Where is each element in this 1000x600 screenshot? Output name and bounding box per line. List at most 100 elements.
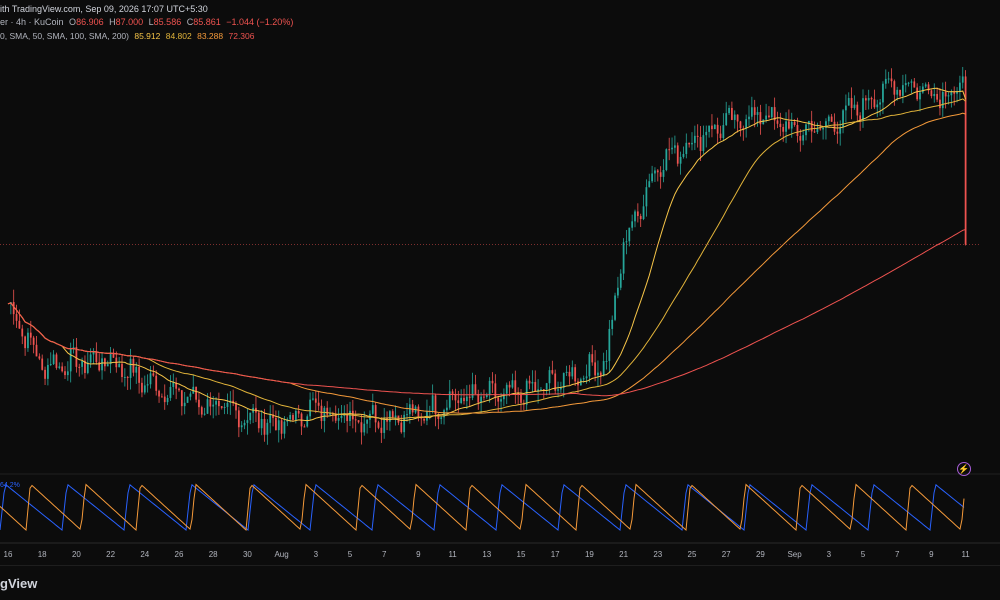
candle-up	[277, 410, 280, 443]
candle-down	[799, 129, 802, 152]
lightning-icon[interactable]: ⚡	[957, 462, 971, 476]
candle-up	[337, 408, 340, 430]
ma-line-100	[7, 112, 966, 414]
candle-down	[850, 87, 853, 120]
candle-down	[468, 384, 471, 407]
candle-up	[394, 405, 397, 426]
candle-up	[52, 350, 55, 366]
candle-down	[104, 357, 106, 372]
candle-down	[434, 393, 437, 427]
candle-up	[215, 397, 217, 416]
candle-up	[488, 377, 491, 403]
candle-up	[608, 319, 611, 373]
candle-down	[326, 401, 329, 418]
candle-up	[904, 74, 907, 93]
candle-up	[631, 214, 634, 231]
candle-up	[440, 416, 443, 425]
candle-up	[907, 81, 910, 87]
candle-down	[474, 374, 477, 395]
candle-down	[759, 104, 762, 135]
candle-up	[212, 396, 215, 419]
candle-down	[696, 124, 699, 148]
candle-down	[554, 369, 557, 395]
candle-up	[109, 346, 112, 374]
price-chart[interactable]: 16 18 20 22 24 26 28 30 Aug 3 5 7 9 11 13 15 17 19 21 23 25 2…	[0, 0, 1000, 565]
candle-down	[463, 388, 465, 405]
candle-down	[870, 96, 873, 109]
candle-up	[825, 118, 827, 140]
candle-down	[180, 390, 183, 416]
open-key: O	[69, 17, 77, 27]
footer: gView	[0, 565, 1000, 600]
candle-down	[953, 86, 956, 106]
candle-up	[189, 391, 192, 401]
candle-down	[833, 113, 836, 136]
candle-up	[674, 135, 676, 154]
candle-down	[890, 68, 893, 88]
candle-down	[873, 89, 876, 109]
candle-up	[269, 405, 272, 434]
candle-down	[454, 388, 457, 411]
candle-down	[517, 387, 520, 405]
candle-down	[736, 114, 739, 133]
candle-up	[260, 410, 263, 436]
candle-down	[141, 377, 143, 398]
candle-down	[32, 335, 35, 354]
candle-up	[693, 125, 696, 150]
candle-down	[477, 389, 480, 410]
candle-up	[611, 315, 614, 336]
candle-up	[92, 348, 95, 365]
candle-up	[329, 407, 331, 416]
candle-down	[360, 414, 363, 445]
candle-up	[605, 350, 608, 370]
candle-up	[765, 103, 767, 123]
candle-down	[551, 360, 554, 375]
candle-up	[628, 227, 631, 247]
candle-down	[856, 101, 859, 122]
candle-down	[95, 342, 98, 365]
ma-value-4: 72.306	[228, 31, 255, 41]
candle-down	[209, 392, 212, 416]
x-tick-label: 19	[585, 550, 594, 559]
x-tick-label: 3	[314, 550, 319, 559]
ma-params-label[interactable]: 0, SMA, 50, SMA, 100, SMA, 200)	[0, 31, 129, 41]
low-value: 85.586	[153, 17, 182, 27]
candle-down	[574, 364, 577, 386]
candle-up	[728, 105, 730, 116]
chart-attribution: ith TradingView.com, Sep 09, 2026 17:07 …	[0, 4, 208, 14]
candle-up	[713, 123, 716, 130]
candle-up	[671, 137, 673, 155]
candle-up	[460, 389, 463, 405]
candle-up	[805, 123, 807, 141]
candle-up	[249, 412, 252, 425]
candle-up	[867, 89, 870, 110]
candle-down	[813, 121, 816, 133]
candle-down	[263, 408, 266, 442]
x-tick-label: Sep	[787, 550, 802, 559]
candle-down	[98, 353, 101, 372]
x-tick-label: 24	[140, 550, 149, 559]
high-key: H	[109, 17, 116, 27]
candle-down	[636, 203, 639, 223]
candle-down	[84, 355, 86, 379]
low-key: L	[148, 17, 154, 27]
candle-up	[725, 101, 728, 126]
candle-down	[899, 89, 901, 98]
candle-down	[21, 324, 24, 345]
candle-down	[163, 384, 166, 410]
symbol-label[interactable]: er · 4h · KuCoin	[0, 17, 64, 27]
candle-up	[762, 119, 765, 125]
candle-down	[522, 399, 525, 411]
candle-up	[183, 392, 186, 415]
x-tick-label: 27	[722, 550, 731, 559]
candle-down	[830, 113, 833, 122]
candle-up	[770, 106, 773, 120]
candle-up	[665, 148, 668, 172]
candle-down	[594, 350, 596, 382]
candle-down	[275, 410, 277, 431]
candle-up	[654, 167, 656, 183]
candle-up	[503, 388, 505, 407]
candle-up	[383, 408, 386, 439]
candle-up	[426, 399, 428, 426]
candle-up	[959, 75, 961, 100]
